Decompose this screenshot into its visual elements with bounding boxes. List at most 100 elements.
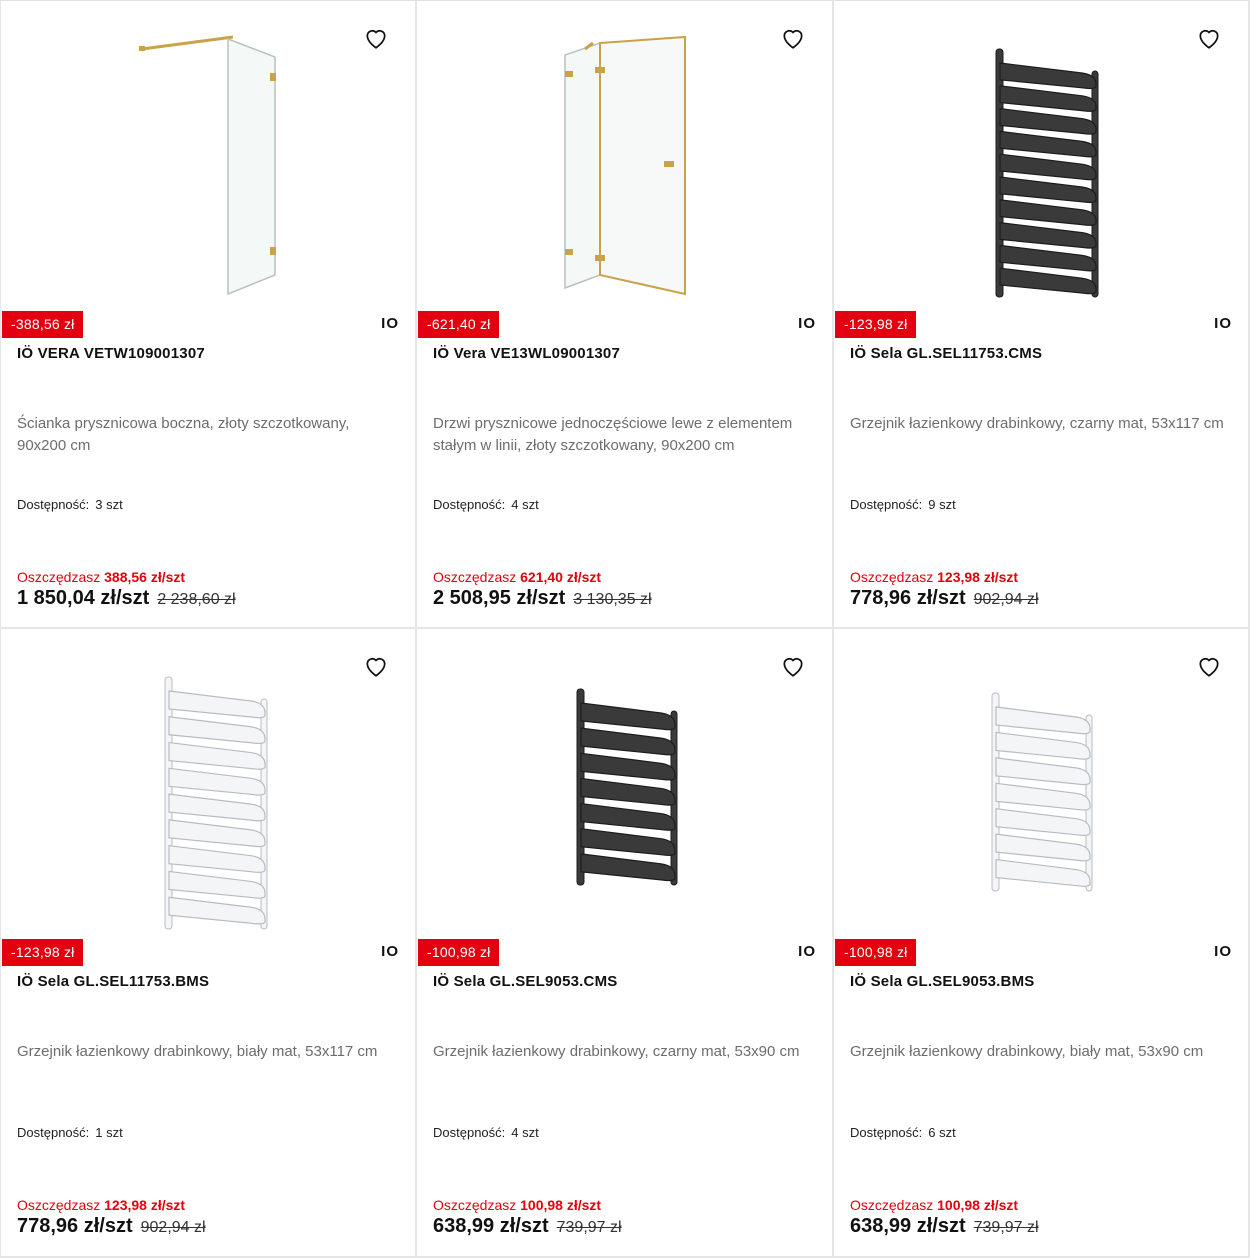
price-row: 2 508,95 zł/szt 3 130,35 zł [433,587,652,610]
price-row: 778,96 zł/szt 902,94 zł [850,587,1039,610]
discount-badge: -621,40 zł [418,311,500,338]
product-card[interactable]: -123,98 zł IO IÖ Sela GL.SEL11753.BMS Gr… [0,629,417,1258]
savings: Oszczędzasz 100,98 zł/szt [850,1197,1018,1213]
product-description: Grzejnik łazienkowy drabinkowy, biały ma… [850,1043,1204,1060]
savings-amount: 123,98 zł/szt [937,569,1019,585]
discount-badge: -100,98 zł [835,939,917,966]
current-price: 638,99 zł/szt [433,1215,549,1237]
favorite-heart-icon[interactable] [1196,25,1222,51]
favorite-heart-icon[interactable] [780,25,806,51]
current-price: 1 850,04 zł/szt [17,587,150,609]
savings-label: Oszczędzasz [850,1197,934,1213]
savings-label: Oszczędzasz [17,569,101,585]
product-card[interactable]: -100,98 zł IO IÖ Sela GL.SEL9053.BMS Grz… [834,629,1250,1258]
product-card[interactable]: -621,40 zł IO IÖ Vera VE13WL09001307 Drz… [417,1,834,629]
product-description: Drzwi prysznicowe jednoczęściowe lewe z … [433,415,793,454]
savings: Oszczędzasz 388,56 zł/szt [17,569,185,585]
product-image[interactable] [417,1,832,311]
savings: Oszczędzasz 123,98 zł/szt [850,569,1018,585]
savings-label: Oszczędzasz [850,569,934,585]
old-price: 3 130,35 zł [573,591,652,608]
discount-badge: -123,98 zł [835,311,917,338]
product-image[interactable] [1,1,415,311]
savings-amount: 123,98 zł/szt [104,1197,186,1213]
favorite-heart-icon[interactable] [363,653,389,679]
availability: Dostępność: 9 szt [850,497,956,512]
availability: Dostępność: 6 szt [850,1125,956,1140]
old-price: 2 238,60 zł [157,591,236,608]
product-card[interactable]: -123,98 zł IO IÖ Sela GL.SEL11753.CMS Gr… [834,1,1250,629]
radiator-black-short-image [576,688,678,886]
shower-door-image [564,35,686,296]
brand-logo: IO [1214,943,1232,960]
brand-logo: IO [1214,315,1232,332]
radiator-white-tall-image [164,676,268,930]
brand-logo: IO [381,315,399,332]
discount-badge: -100,98 zł [418,939,500,966]
product-title[interactable]: IÖ Vera VE13WL09001307 [433,345,816,362]
savings-amount: 100,98 zł/szt [937,1197,1019,1213]
product-description: Grzejnik łazienkowy drabinkowy, biały ma… [17,1043,378,1060]
discount-badge: -123,98 zł [2,939,84,966]
favorite-heart-icon[interactable] [363,25,389,51]
savings-amount: 388,56 zł/szt [104,569,186,585]
price-row: 1 850,04 zł/szt 2 238,60 zł [17,587,236,610]
savings: Oszczędzasz 123,98 zł/szt [17,1197,185,1213]
savings: Oszczędzasz 100,98 zł/szt [433,1197,601,1213]
product-description: Ścianka prysznicowa boczna, złoty szczot… [17,415,350,454]
current-price: 778,96 zł/szt [850,587,966,609]
product-title[interactable]: IÖ Sela GL.SEL9053.BMS [850,973,1232,990]
savings-label: Oszczędzasz [433,1197,517,1213]
availability-value: 9 szt [928,497,956,512]
product-image[interactable] [417,629,832,939]
product-title[interactable]: IÖ Sela GL.SEL9053.CMS [433,973,816,990]
price-row: 638,99 zł/szt 739,97 zł [850,1215,1039,1238]
savings-label: Oszczędzasz [433,569,517,585]
product-image[interactable] [834,1,1248,311]
availability-label: Dostępność: [17,1125,90,1140]
savings-amount: 621,40 zł/szt [520,569,602,585]
availability-label: Dostępność: [17,497,90,512]
current-price: 2 508,95 zł/szt [433,587,566,609]
brand-logo: IO [381,943,399,960]
old-price: 739,97 zł [556,1219,622,1236]
availability-value: 1 szt [95,1125,123,1140]
availability-label: Dostępność: [433,1125,506,1140]
savings-amount: 100,98 zł/szt [520,1197,602,1213]
brand-logo: IO [798,943,816,960]
favorite-heart-icon[interactable] [1196,653,1222,679]
product-title[interactable]: IÖ Sela GL.SEL11753.CMS [850,345,1232,362]
product-image[interactable] [834,629,1248,939]
availability: Dostępność: 3 szt [17,497,123,512]
discount-badge: -388,56 zł [2,311,84,338]
old-price: 902,94 zł [140,1219,206,1236]
old-price: 739,97 zł [973,1219,1039,1236]
price-row: 638,99 zł/szt 739,97 zł [433,1215,622,1238]
product-description: Grzejnik łazienkowy drabinkowy, czarny m… [433,1043,800,1060]
availability: Dostępność: 4 szt [433,497,539,512]
product-image[interactable] [1,629,415,939]
availability: Dostępność: 1 szt [17,1125,123,1140]
product-title[interactable]: IÖ Sela GL.SEL11753.BMS [17,973,399,990]
availability-value: 4 szt [511,497,539,512]
current-price: 638,99 zł/szt [850,1215,966,1237]
availability-value: 6 szt [928,1125,956,1140]
shower-wall-image [139,35,276,296]
availability-label: Dostępność: [433,497,506,512]
price-row: 778,96 zł/szt 902,94 zł [17,1215,206,1238]
availability-value: 4 szt [511,1125,539,1140]
favorite-heart-icon[interactable] [780,653,806,679]
product-title[interactable]: IÖ VERA VETW109001307 [17,345,399,362]
brand-logo: IO [798,315,816,332]
savings-label: Oszczędzasz [17,1197,101,1213]
radiator-white-short-image [991,692,1093,892]
product-card[interactable]: -100,98 zł IO IÖ Sela GL.SEL9053.CMS Grz… [417,629,834,1258]
radiator-black-tall-image [995,48,1099,298]
old-price: 902,94 zł [973,591,1039,608]
availability: Dostępność: 4 szt [433,1125,539,1140]
product-description: Grzejnik łazienkowy drabinkowy, czarny m… [850,415,1224,432]
savings: Oszczędzasz 621,40 zł/szt [433,569,601,585]
product-grid: -388,56 zł IO IÖ VERA VETW109001307 Ścia… [0,0,1250,1258]
product-card[interactable]: -388,56 zł IO IÖ VERA VETW109001307 Ścia… [0,1,417,629]
availability-label: Dostępność: [850,1125,923,1140]
